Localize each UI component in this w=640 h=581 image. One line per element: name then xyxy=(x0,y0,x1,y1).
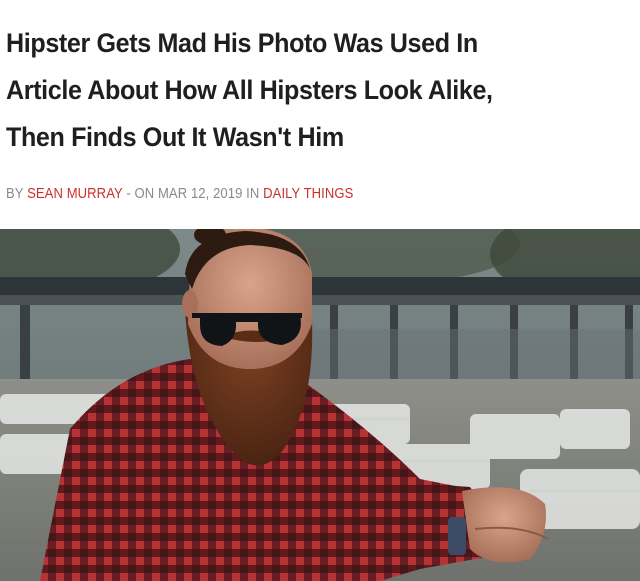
headline-line-3: Then Finds Out It Wasn't Him xyxy=(6,122,344,152)
headline-line-2: Article About How All Hipsters Look Alik… xyxy=(6,75,493,105)
byline-sep: - xyxy=(126,186,131,202)
byline-date: ON MAR 12, 2019 IN xyxy=(134,186,260,202)
byline-by: BY xyxy=(6,186,24,202)
byline: BY SEAN MURRAY - ON MAR 12, 2019 IN DAIL… xyxy=(6,186,353,202)
category-link[interactable]: DAILY THINGS xyxy=(263,186,353,202)
article-headline: Hipster Gets Mad His Photo Was Used In A… xyxy=(6,20,592,161)
author-link[interactable]: SEAN MURRAY xyxy=(27,186,123,202)
headline-line-1: Hipster Gets Mad His Photo Was Used In xyxy=(6,28,478,58)
article-photo xyxy=(0,229,640,581)
